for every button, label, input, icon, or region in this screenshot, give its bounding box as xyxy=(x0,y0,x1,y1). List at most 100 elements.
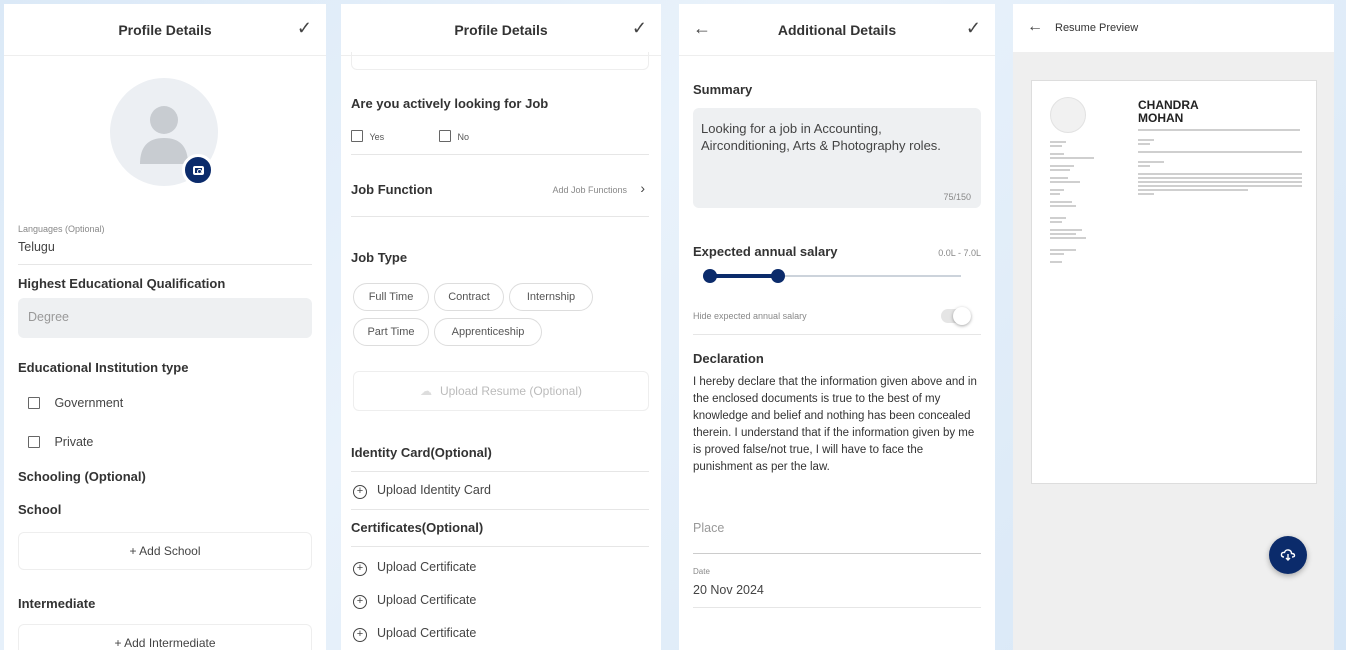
resume-line xyxy=(1050,237,1086,239)
intermediate-heading: Intermediate xyxy=(18,596,96,611)
salary-range-slider[interactable] xyxy=(703,266,961,286)
resume-line xyxy=(1138,173,1302,175)
summary-textarea[interactable]: Looking for a job in Accounting, Aircond… xyxy=(693,108,981,208)
upload-certificate-label: Upload Certificate xyxy=(377,560,477,574)
upload-certificate-label: Upload Certificate xyxy=(377,626,477,640)
resume-photo xyxy=(1050,97,1086,133)
download-button[interactable] xyxy=(1269,536,1307,574)
additional-details-screen: ← Additional Details ✓ Summary Looking f… xyxy=(679,4,995,650)
summary-label: Summary xyxy=(693,82,753,97)
job-type-part-time[interactable]: Part Time xyxy=(353,318,429,346)
yes-checkbox-row[interactable]: Yes xyxy=(351,127,384,145)
resume-line xyxy=(1138,151,1302,153)
upload-certificate-button[interactable]: + Upload Certificate xyxy=(353,626,476,642)
resume-line xyxy=(1050,205,1076,207)
yes-label: Yes xyxy=(369,132,385,142)
qualification-field[interactable]: Degree xyxy=(18,298,312,338)
job-type-full-time[interactable]: Full Time xyxy=(353,283,429,311)
declaration-text: I hereby declare that the information gi… xyxy=(693,376,977,473)
cloud-upload-icon: ☁ xyxy=(419,384,432,398)
salary-range: 0.0L - 7.0L xyxy=(938,248,981,258)
resume-line xyxy=(1050,153,1064,155)
resume-line xyxy=(1050,145,1062,147)
institution-heading: Educational Institution type xyxy=(18,360,189,375)
plus-circle-icon: + xyxy=(353,561,367,576)
salary-label: Expected annual salary xyxy=(693,244,838,259)
upload-resume-button[interactable]: ☁ Upload Resume (Optional) xyxy=(353,371,649,411)
plus-circle-icon: + xyxy=(353,627,367,642)
resume-line xyxy=(1138,193,1154,195)
plus-circle-icon: + xyxy=(353,484,367,499)
top-bar: ← Additional Details ✓ xyxy=(679,4,995,56)
back-arrow-icon[interactable]: ← xyxy=(693,18,711,39)
government-checkbox-row[interactable]: Government xyxy=(28,394,123,412)
resume-line xyxy=(1050,261,1062,263)
job-seeking-question: Are you actively looking for Job xyxy=(351,96,549,111)
divider xyxy=(351,471,649,472)
cloud-download-icon xyxy=(1280,549,1296,561)
top-bar: Profile Details ✓ xyxy=(4,4,326,56)
job-type-apprenticeship[interactable]: Apprenticeship xyxy=(434,318,542,346)
upload-identity-label: Upload Identity Card xyxy=(377,483,491,497)
scrolled-field xyxy=(351,52,649,70)
private-checkbox-row[interactable]: Private xyxy=(28,433,93,451)
resume-line xyxy=(1138,143,1150,145)
hide-salary-toggle[interactable] xyxy=(941,307,971,325)
private-label: Private xyxy=(54,435,94,449)
plus-circle-icon: + xyxy=(353,594,367,609)
resume-line xyxy=(1050,165,1074,167)
checkbox[interactable] xyxy=(28,435,40,448)
resume-name-first: CHANDRA xyxy=(1138,98,1199,112)
upload-resume-label: Upload Resume (Optional) xyxy=(439,384,583,398)
profile-details-screen-2: Profile Details ✓ Are you actively looki… xyxy=(341,4,661,650)
date-underline xyxy=(693,607,981,608)
no-label: No xyxy=(457,132,469,142)
add-intermediate-button[interactable]: + Add Intermediate xyxy=(18,624,312,650)
upload-certificate-button[interactable]: + Upload Certificate xyxy=(353,593,476,609)
check-icon[interactable]: ✓ xyxy=(966,18,981,39)
checkbox[interactable] xyxy=(351,129,363,142)
add-school-button[interactable]: + Add School xyxy=(18,532,312,570)
upload-identity-button[interactable]: + Upload Identity Card xyxy=(353,483,491,499)
job-function-row[interactable]: Job Function Add Job Functions › xyxy=(351,172,649,202)
checkbox[interactable] xyxy=(28,396,40,409)
screen-title: Resume Preview xyxy=(1055,22,1139,34)
slider-min-handle[interactable] xyxy=(703,269,717,283)
hide-salary-label: Hide expected annual salary xyxy=(693,311,807,321)
date-value[interactable]: 20 Nov 2024 xyxy=(693,583,764,597)
back-arrow-icon[interactable]: ← xyxy=(1027,18,1043,36)
resume-line xyxy=(1050,201,1072,203)
qualification-heading: Highest Educational Qualification xyxy=(18,276,226,291)
resume-line xyxy=(1050,181,1080,183)
resume-line xyxy=(1050,141,1066,143)
profile-details-screen-1: Profile Details ✓ Languages (Optional) T… xyxy=(4,4,326,650)
checkbox[interactable] xyxy=(439,129,451,142)
preview-area: CHANDRA MOHAN xyxy=(1013,52,1334,650)
place-input[interactable]: Place xyxy=(693,521,724,535)
resume-line xyxy=(1050,193,1060,195)
divider xyxy=(18,264,312,265)
government-label: Government xyxy=(54,396,124,410)
job-type-internship[interactable]: Internship xyxy=(509,283,593,311)
camera-icon[interactable] xyxy=(182,154,214,186)
no-checkbox-row[interactable]: No xyxy=(439,127,469,145)
job-type-contract[interactable]: Contract xyxy=(434,283,504,311)
resume-line xyxy=(1138,139,1154,141)
resume-line xyxy=(1050,217,1066,219)
resume-line xyxy=(1138,189,1248,191)
check-icon[interactable]: ✓ xyxy=(632,18,647,39)
school-heading: School xyxy=(18,502,62,517)
resume-line xyxy=(1050,253,1064,255)
check-icon[interactable]: ✓ xyxy=(297,18,312,39)
screen-title: Profile Details xyxy=(118,21,212,38)
resume-line xyxy=(1050,229,1082,231)
languages-value[interactable]: Telugu xyxy=(18,240,55,254)
upload-certificate-button[interactable]: + Upload Certificate xyxy=(353,560,476,576)
chevron-right-icon: › xyxy=(640,180,645,196)
slider-max-handle[interactable] xyxy=(771,269,786,283)
resume-line xyxy=(1050,157,1094,159)
resume-line xyxy=(1050,233,1076,235)
divider xyxy=(351,509,649,510)
resume-line xyxy=(1138,181,1302,183)
screen-title: Additional Details xyxy=(777,21,897,38)
